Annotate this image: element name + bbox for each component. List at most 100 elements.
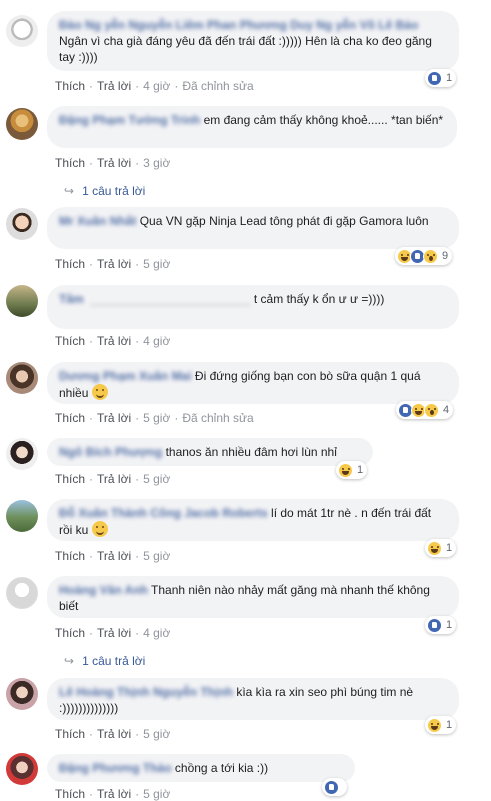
comment-bubble: Dương Phạm Xuân Mai Đi đứng giống bạn co… [47, 362, 459, 404]
commenter-name[interactable]: Đỗ Xuân Thành Công Jacob Roberts [59, 506, 268, 520]
comment-actions: Thích · Trả lời · 5 giờ [55, 257, 171, 271]
comment-actions: Thích · Trả lời · 5 giờ · Đã chỉnh sửa [55, 411, 254, 425]
like-link[interactable]: Thích [55, 626, 85, 640]
like-link[interactable]: Thích [55, 156, 85, 170]
view-replies-link[interactable]: ↪ 1 câu trả lời [64, 184, 145, 198]
comment-bubble: Lê Hoàng Thịnh Nguyễn Thịnh kìa kìa ra x… [47, 678, 459, 720]
commenter-name[interactable]: Đặng Phương Thảo [59, 761, 172, 775]
avatar[interactable] [6, 208, 38, 240]
timestamp[interactable]: 3 giờ [143, 156, 170, 170]
reaction-count: 9 [442, 250, 449, 262]
comment-actions: Thích · Trả lời · 4 giờ [55, 626, 171, 640]
avatar[interactable] [6, 678, 38, 710]
avatar[interactable] [6, 500, 38, 532]
like-reaction-icon [427, 70, 442, 86]
reply-link[interactable]: Trả lời [97, 727, 131, 741]
like-reaction-icon [324, 779, 339, 795]
commenter-name[interactable]: Ngô Bích Phượng [59, 445, 162, 459]
reaction-summary[interactable] [322, 778, 347, 796]
wow-reaction-icon [424, 402, 439, 418]
timestamp[interactable]: 5 giờ [143, 787, 170, 801]
comment-actions: Thích · Trả lời · 3 giờ [55, 156, 171, 170]
reaction-summary[interactable]: 1 [425, 69, 457, 87]
reaction-summary[interactable]: 1 [425, 539, 457, 557]
comment-text: em đang cảm thấy không khoẻ...... *tan b… [203, 113, 444, 127]
timestamp[interactable]: 4 giờ [143, 334, 170, 348]
wow-reaction-icon [423, 248, 438, 264]
timestamp[interactable]: 4 giờ [143, 79, 170, 93]
reply-link[interactable]: Trả lời [97, 334, 131, 348]
like-link[interactable]: Thích [55, 257, 85, 271]
commenter-name[interactable]: Lê Hoàng Thịnh Nguyễn Thịnh [59, 685, 233, 699]
commenter-name[interactable]: Tâm [59, 292, 84, 306]
reply-link[interactable]: Trả lời [97, 472, 131, 486]
timestamp[interactable]: 5 giờ [143, 472, 170, 486]
avatar[interactable] [6, 753, 38, 785]
comment-text: thanos ăn nhiều đâm hơi lùn nhỉ [165, 445, 337, 459]
avatar[interactable] [6, 108, 38, 140]
commenter-name[interactable]: Đào Ng yễn Nguyễn Liêm Phan Phương Duy N… [59, 18, 418, 32]
comment-actions: Thích · Trả lời · 4 giờ · Đã chỉnh sửa [55, 79, 254, 93]
reaction-summary[interactable]: 1 [336, 461, 368, 479]
commenter-name[interactable]: Mr Xuân Nhất [59, 214, 136, 228]
avatar[interactable] [6, 15, 38, 47]
timestamp[interactable]: 5 giờ [143, 549, 170, 563]
avatar[interactable] [6, 285, 38, 317]
edited-label[interactable]: Đã chỉnh sửa [182, 79, 253, 93]
reply-link[interactable]: Trả lời [97, 79, 131, 93]
comment-text: Qua VN gặp Ninja Lead tông phát đi gặp G… [139, 214, 429, 228]
avatar[interactable] [6, 438, 38, 470]
reply-link[interactable]: Trả lời [97, 257, 131, 271]
view-replies-link[interactable]: ↪ 1 câu trả lời [64, 654, 145, 668]
reaction-count: 1 [446, 619, 453, 631]
reply-link[interactable]: Trả lời [97, 626, 131, 640]
like-link[interactable]: Thích [55, 411, 85, 425]
comment-bubble: Tâm ________________________ t cảm thấy … [47, 285, 459, 329]
timestamp[interactable]: 4 giờ [143, 626, 170, 640]
comment-bubble: Đào Ng yễn Nguyễn Liêm Phan Phương Duy N… [47, 11, 459, 71]
reply-arrow-icon: ↪ [64, 184, 75, 198]
like-link[interactable]: Thích [55, 549, 85, 563]
reaction-summary[interactable]: 1 [425, 716, 457, 734]
comment-actions: Thích · Trả lời · 4 giờ [55, 334, 171, 348]
comment-actions: Thích · Trả lời · 5 giờ [55, 472, 171, 486]
reply-arrow-icon: ↪ [64, 654, 75, 668]
comment-bubble: Đặng Phương Thảo chồng a tới kia :)) [47, 754, 355, 782]
like-link[interactable]: Thích [55, 787, 85, 801]
reply-link[interactable]: Trả lời [97, 787, 131, 801]
like-reaction-icon [427, 617, 442, 633]
avatar[interactable] [6, 577, 38, 609]
timestamp[interactable]: 5 giờ [143, 257, 170, 271]
comment-bubble: Ngô Bích Phượng thanos ăn nhiều đâm hơi … [47, 438, 373, 466]
comment-text: t cảm thấy k ổn ư ư =)))) [253, 292, 385, 306]
edited-label[interactable]: Đã chỉnh sửa [182, 411, 253, 425]
reply-link[interactable]: Trả lời [97, 549, 131, 563]
haha-reaction-icon [427, 717, 442, 733]
comment-bubble: Mr Xuân Nhất Qua VN gặp Ninja Lead tông … [47, 207, 459, 249]
like-link[interactable]: Thích [55, 79, 85, 93]
commenter-name[interactable]: Đặng Phạm Tường Trinh [59, 113, 200, 127]
smile-emoji-icon [91, 521, 108, 537]
reaction-summary[interactable]: 1 [425, 616, 457, 634]
like-link[interactable]: Thích [55, 727, 85, 741]
reaction-count: 1 [446, 72, 453, 84]
comment-bubble: Đỗ Xuân Thành Công Jacob Roberts lí do m… [47, 499, 459, 541]
reaction-count: 4 [443, 404, 450, 416]
timestamp[interactable]: 5 giờ [143, 727, 170, 741]
timestamp[interactable]: 5 giờ [143, 411, 170, 425]
like-link[interactable]: Thích [55, 334, 85, 348]
comment-actions: Thích · Trả lời · 5 giờ [55, 727, 171, 741]
reaction-count: 1 [446, 719, 453, 731]
reaction-summary[interactable]: 4 [396, 401, 454, 419]
reply-link[interactable]: Trả lời [97, 411, 131, 425]
replies-count[interactable]: 1 câu trả lời [82, 184, 145, 198]
like-link[interactable]: Thích [55, 472, 85, 486]
reply-link[interactable]: Trả lời [97, 156, 131, 170]
reaction-count: 1 [446, 542, 453, 554]
replies-count[interactable]: 1 câu trả lời [82, 654, 145, 668]
avatar[interactable] [6, 362, 38, 394]
haha-reaction-icon [427, 540, 442, 556]
commenter-name[interactable]: Dương Phạm Xuân Mai [59, 369, 192, 383]
reaction-summary[interactable]: 9 [395, 247, 453, 265]
commenter-name[interactable]: Hoàng Văn Anh [59, 583, 148, 597]
